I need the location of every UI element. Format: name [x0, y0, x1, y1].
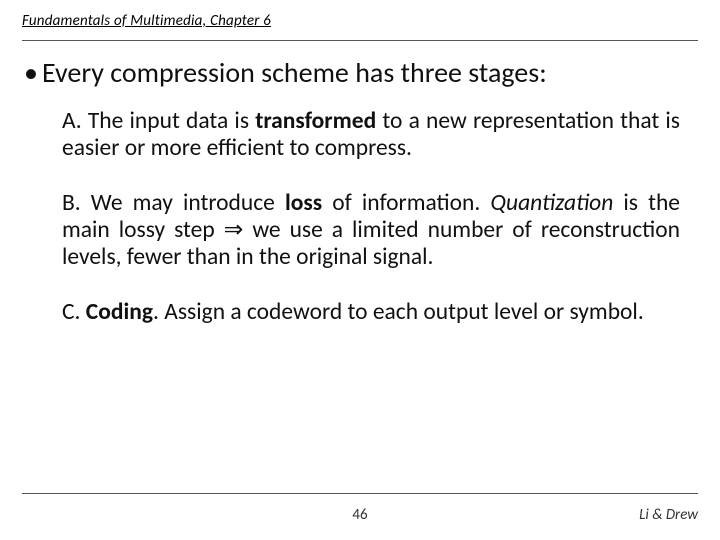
item-b-mid1: of information. — [322, 189, 490, 217]
item-b: B. We may introduce loss of information.… — [62, 190, 680, 271]
divider-bottom — [22, 493, 698, 494]
item-b-ital: Quantization — [490, 189, 613, 217]
page-number: 46 — [352, 506, 367, 524]
item-b-pre: We may introduce — [81, 189, 285, 217]
bullet-marker: • — [24, 55, 42, 90]
slide: Fundamentals of Multimedia, Chapter 6 •E… — [0, 0, 720, 540]
item-b-label: B. — [62, 190, 81, 217]
item-a: A. The input data is transformed to a ne… — [62, 108, 680, 162]
item-c: C. Coding. Assign a codeword to each out… — [62, 299, 680, 326]
item-c-bold: Coding — [86, 298, 153, 326]
bullet-text: Every compression scheme has three stage… — [42, 55, 547, 90]
item-c-post: . Assign a codeword to each output level… — [153, 298, 644, 326]
item-a-pre: The input data is — [82, 107, 256, 135]
item-a-bold: transformed — [255, 107, 376, 135]
slide-header: Fundamentals of Multimedia, Chapter 6 — [22, 12, 698, 30]
authors: Li & Drew — [639, 506, 698, 524]
slide-footer: 46 Li & Drew — [22, 506, 698, 524]
bullet-main: •Every compression scheme has three stag… — [24, 55, 698, 90]
slide-body: •Every compression scheme has three stag… — [22, 41, 698, 326]
item-b-bold1: loss — [285, 189, 322, 217]
item-a-label: A. — [62, 108, 82, 135]
item-c-label: C. — [62, 299, 80, 326]
